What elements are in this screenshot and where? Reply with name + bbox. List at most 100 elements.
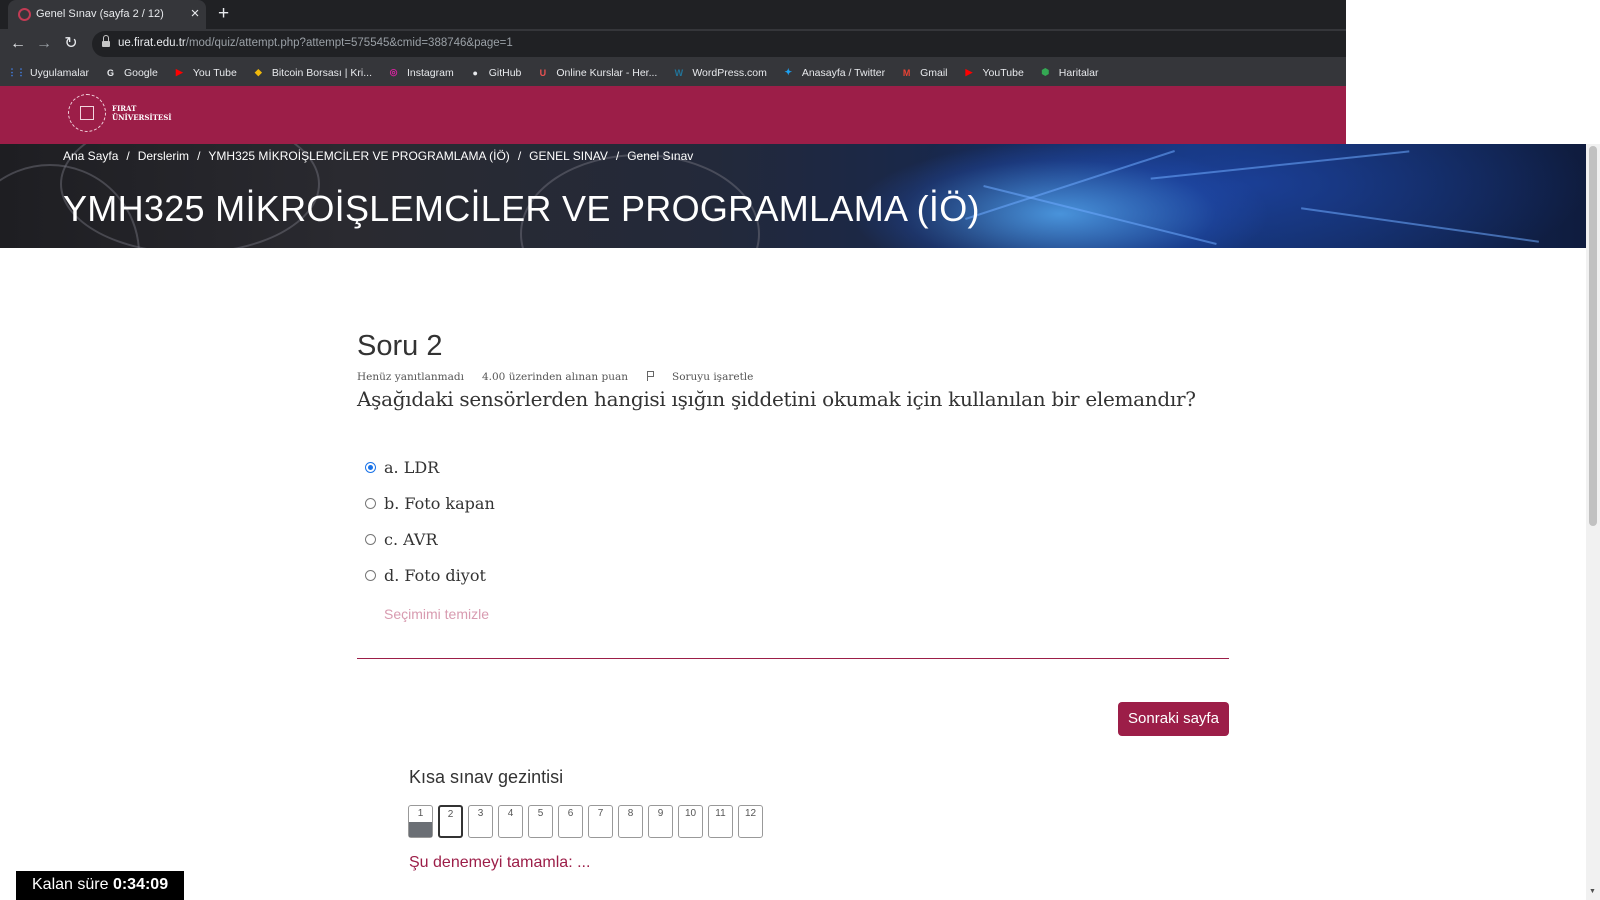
- github-icon: ●: [472, 67, 478, 78]
- quiz-nav-button[interactable]: 9: [648, 805, 673, 838]
- scrollbar-thumb[interactable]: [1589, 146, 1597, 526]
- answer-label: d. Foto diyot: [384, 566, 486, 585]
- question-text: Aşağıdaki sensörlerden hangisi ışığın şi…: [357, 387, 1196, 411]
- back-arrow-icon[interactable]: ←: [7, 33, 29, 55]
- quiz-nav-button[interactable]: 3: [468, 805, 493, 838]
- bookmark-label: WordPress.com: [692, 66, 767, 79]
- answer-label: a. LDR: [384, 458, 440, 477]
- tab-strip: Genel Sınav (sayfa 2 / 12) × +: [0, 0, 1346, 29]
- page: { "browser": { "tab_title": "Genel Sınav…: [0, 0, 1600, 900]
- bookmark-item[interactable]: ✦ Anasayfa / Twitter: [782, 66, 886, 79]
- timer-value: 0:34:09: [112, 876, 169, 893]
- bookmark-label: Instagram: [407, 66, 454, 79]
- breadcrumb-item[interactable]: Derslerim: [138, 149, 189, 163]
- breadcrumb-item[interactable]: Genel Sınav: [627, 149, 693, 163]
- quiz-nav-button[interactable]: 4: [498, 805, 523, 838]
- circuit-trace: [983, 184, 1217, 246]
- quiz-nav-button[interactable]: 10: [678, 805, 703, 838]
- maps-icon: ⬢: [1041, 67, 1050, 77]
- breadcrumb-separator: /: [517, 149, 522, 163]
- answer-radio[interactable]: [365, 462, 376, 473]
- answer-option[interactable]: d. Foto diyot: [365, 566, 486, 585]
- bookmark-label: You Tube: [192, 66, 237, 79]
- new-tab-button[interactable]: +: [218, 3, 229, 25]
- quiz-nav-button[interactable]: 8: [618, 805, 643, 838]
- bookmark-item[interactable]: ● GitHub: [469, 66, 522, 79]
- bookmark-item[interactable]: G Google: [104, 66, 158, 79]
- logo-line-2: ÜNİVERSİTESİ: [112, 113, 172, 122]
- question-status: Henüz yanıtlanmadı: [357, 371, 464, 383]
- bookmark-label: Gmail: [920, 66, 948, 79]
- clear-choice-link[interactable]: Seçimimi temizle: [384, 606, 489, 622]
- udemy-icon: U: [539, 67, 547, 78]
- scroll-down-arrow-icon[interactable]: ▼: [1589, 888, 1596, 895]
- quiz-nav-button[interactable]: 12: [738, 805, 763, 838]
- browser-tab[interactable]: Genel Sınav (sayfa 2 / 12) ×: [8, 0, 206, 29]
- circuit-trace: [1301, 207, 1539, 243]
- answer-label: c. AVR: [384, 530, 438, 549]
- bookmark-label: Anasayfa / Twitter: [801, 66, 886, 79]
- bookmark-item[interactable]: ⬢ Haritalar: [1039, 66, 1098, 79]
- tab-title: Genel Sınav (sayfa 2 / 12): [36, 8, 164, 20]
- tab-close-icon[interactable]: ×: [188, 5, 202, 22]
- question-number: Soru 2: [357, 330, 443, 362]
- flag-question-link[interactable]: Soruyu işaretle: [646, 371, 771, 383]
- binance-icon: ◆: [254, 67, 262, 77]
- quiz-nav-button[interactable]: 6: [558, 805, 583, 838]
- forward-arrow-icon[interactable]: →: [33, 33, 55, 55]
- youtube-icon: ▶: [965, 67, 973, 77]
- quiz-nav-button[interactable]: 7: [588, 805, 613, 838]
- bookmark-item[interactable]: M Gmail: [900, 66, 948, 79]
- question-block: Soru 2 Henüz yanıtlanmadı 4.00 üzerinden…: [357, 330, 1229, 411]
- quiz-nav-button[interactable]: 11: [708, 805, 733, 838]
- logo-text: FIRAT ÜNİVERSİTESİ: [112, 104, 172, 122]
- breadcrumb-item[interactable]: GENEL SINAV: [529, 149, 608, 163]
- answer-radio[interactable]: [365, 498, 376, 509]
- apps-grid-icon: ⋮⋮: [7, 67, 26, 77]
- answer-option[interactable]: c. AVR: [365, 530, 438, 549]
- course-banner: Ana Sayfa / Derslerim / YMH325 MİKROİŞLEMCİL…: [0, 144, 1586, 248]
- page-scrollbar[interactable]: ▼: [1586, 144, 1600, 900]
- breadcrumb-item[interactable]: Ana Sayfa: [63, 149, 118, 163]
- time-remaining: Kalan süre 0:34:09: [16, 871, 184, 900]
- quiz-navigation-title: Kısa sınav gezintisi: [409, 767, 564, 787]
- breadcrumb-item[interactable]: YMH325 MİKROİŞLEMCİLER VE PROGRAMLAMA (İ…: [208, 149, 509, 163]
- answer-radio[interactable]: [365, 534, 376, 545]
- url-path: /mod/quiz/attempt.php?attempt=575545&cmi…: [185, 37, 513, 49]
- bookmark-label: YouTube: [982, 66, 1024, 79]
- url-text[interactable]: ue.firat.edu.tr/mod/quiz/attempt.php?att…: [118, 37, 513, 49]
- question-info: Henüz yanıtlanmadı 4.00 üzerinden alınan…: [357, 371, 1229, 383]
- finish-attempt-link[interactable]: Şu denemeyi tamamla: ...: [409, 854, 590, 872]
- quiz-nav-button[interactable]: 2: [438, 805, 463, 838]
- bookmark-item[interactable]: ◎ Instagram: [387, 66, 454, 79]
- twitter-icon: ✦: [784, 67, 793, 77]
- circuit-trace: [965, 150, 1175, 220]
- bookmark-label: Bitcoin Borsası | Kri...: [271, 66, 372, 79]
- university-emblem-icon: [68, 94, 106, 132]
- next-page-button[interactable]: Sonraki sayfa: [1118, 702, 1229, 736]
- address-bar[interactable]: ue.firat.edu.tr/mod/quiz/attempt.php?att…: [92, 31, 1346, 57]
- bookmark-item[interactable]: ▶ You Tube: [173, 66, 237, 79]
- browser-chrome: Genel Sınav (sayfa 2 / 12) × + ← → ↻ ue.…: [0, 0, 1346, 86]
- logo-line-1: FIRAT: [112, 104, 137, 113]
- bookmark-item[interactable]: U Online Kurslar - Her...: [536, 66, 658, 79]
- page-title: YMH325 MİKROİŞLEMCİLER VE PROGRAMLAMA (İ…: [63, 188, 980, 229]
- university-logo[interactable]: FIRAT ÜNİVERSİTESİ: [68, 94, 172, 132]
- quiz-nav-button[interactable]: 5: [528, 805, 553, 838]
- quiz-nav-button[interactable]: 1: [408, 805, 433, 838]
- reload-icon[interactable]: ↻: [60, 33, 82, 55]
- bookmark-item[interactable]: ⋮⋮ Uygulamalar: [7, 66, 89, 79]
- bookmark-item[interactable]: W WordPress.com: [672, 66, 767, 79]
- instagram-icon: ◎: [389, 67, 398, 77]
- site-header: FIRAT ÜNİVERSİTESİ: [0, 86, 1346, 144]
- bookmark-item[interactable]: ◆ Bitcoin Borsası | Kri...: [252, 66, 372, 79]
- question-points: 4.00 üzerinden alınan puan: [481, 371, 628, 383]
- answer-radio[interactable]: [365, 570, 376, 581]
- bookmark-label: Uygulamalar: [30, 66, 89, 79]
- answer-option[interactable]: a. LDR: [365, 458, 439, 477]
- bookmark-item[interactable]: ▶ YouTube: [963, 66, 1024, 79]
- wordpress-icon: W: [674, 67, 684, 78]
- answer-option[interactable]: b. Foto kapan: [365, 494, 495, 513]
- bookmark-label: GitHub: [488, 66, 522, 79]
- url-host: ue.firat.edu.tr: [118, 37, 186, 49]
